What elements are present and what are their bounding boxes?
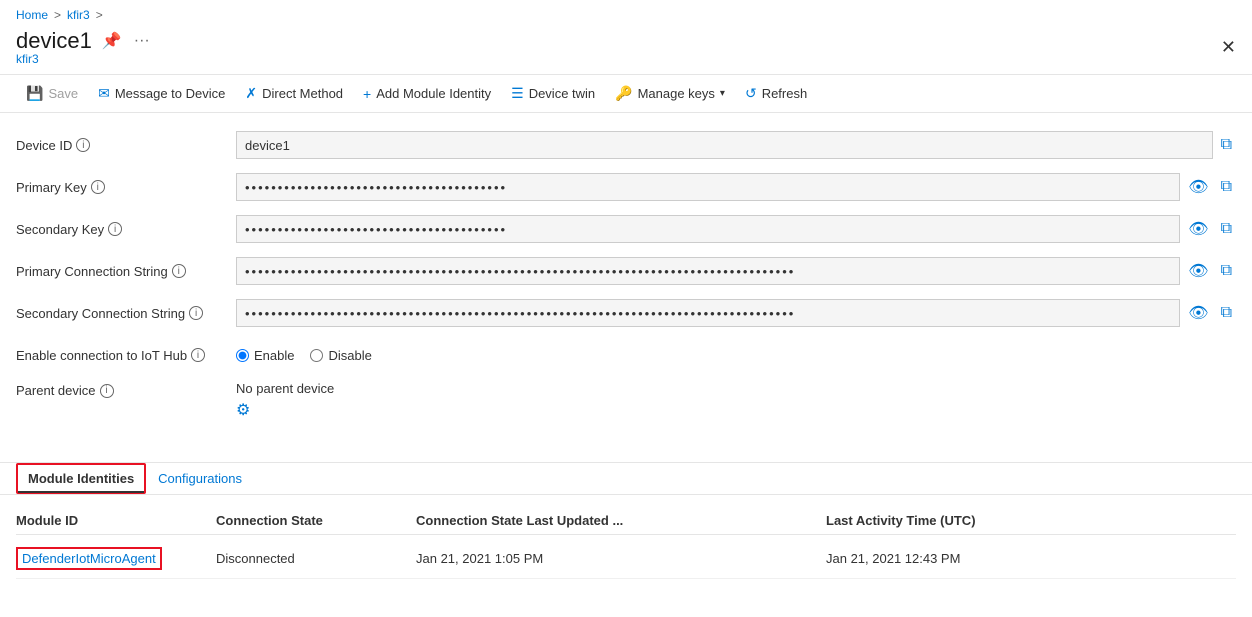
pin-button[interactable]: 📌: [100, 29, 124, 53]
breadcrumb: Home > kfir3 >: [0, 0, 1252, 24]
manage-keys-icon: 🔑: [615, 85, 632, 102]
tabs-bar: Module Identities Configurations: [0, 463, 1252, 495]
device-twin-icon: ☰: [511, 85, 524, 102]
secondary-conn-string-eye-button[interactable]: 👁: [1184, 301, 1212, 325]
table-row: DefenderIotMicroAgent Disconnected Jan 2…: [16, 539, 1236, 579]
save-button[interactable]: 💾 Save: [16, 81, 88, 106]
secondary-key-eye-button[interactable]: 👁: [1184, 217, 1212, 241]
secondary-key-label: Secondary Key i: [16, 222, 236, 237]
table-area: Module ID Connection State Connection St…: [0, 495, 1252, 591]
page-subtitle: kfir3: [16, 52, 152, 66]
device-twin-button[interactable]: ☰ Device twin: [501, 81, 605, 106]
tab-configurations[interactable]: Configurations: [146, 463, 254, 494]
device-id-row: Device ID i ⧉: [16, 129, 1236, 161]
form-area: Device ID i ⧉ Primary Key i 👁 ⧉: [0, 129, 1252, 430]
save-icon: 💾: [26, 85, 43, 102]
secondary-key-input[interactable]: [236, 215, 1180, 243]
refresh-button[interactable]: ↺ Refresh: [735, 81, 817, 106]
parent-device-gear-icon[interactable]: ⚙: [236, 400, 334, 420]
table-header: Module ID Connection State Connection St…: [16, 507, 1236, 535]
no-parent-device-text: No parent device: [236, 381, 334, 396]
secondary-conn-string-input[interactable]: [236, 299, 1180, 327]
secondary-conn-string-info-icon[interactable]: i: [189, 306, 203, 320]
parent-device-row: Parent device i No parent device ⚙: [16, 381, 1236, 420]
close-button[interactable]: ✕: [1221, 37, 1236, 58]
enable-radio-label[interactable]: Enable: [236, 348, 294, 363]
primary-conn-string-row: Primary Connection String i 👁 ⧉: [16, 255, 1236, 287]
enable-radio[interactable]: [236, 349, 249, 362]
col-header-conn-state-updated: Connection State Last Updated ...: [416, 513, 826, 528]
device-id-input[interactable]: [236, 131, 1213, 159]
primary-conn-string-eye-button[interactable]: 👁: [1184, 259, 1212, 283]
add-module-identity-button[interactable]: + Add Module Identity: [353, 82, 501, 106]
secondary-conn-string-copy-button[interactable]: ⧉: [1217, 302, 1236, 324]
enable-connection-row: Enable connection to IoT Hub i Enable Di…: [16, 339, 1236, 371]
primary-conn-string-copy-button[interactable]: ⧉: [1217, 260, 1236, 282]
secondary-key-copy-button[interactable]: ⧉: [1217, 218, 1236, 240]
col-header-module-id: Module ID: [16, 513, 216, 528]
secondary-key-field-container: 👁 ⧉: [236, 215, 1236, 243]
primary-key-row: Primary Key i 👁 ⧉: [16, 171, 1236, 203]
refresh-icon: ↺: [745, 85, 757, 102]
page-title: device1: [16, 28, 92, 54]
primary-conn-string-field-container: 👁 ⧉: [236, 257, 1236, 285]
breadcrumb-sep1: >: [54, 8, 61, 22]
parent-device-label: Parent device i: [16, 381, 236, 398]
secondary-key-info-icon[interactable]: i: [108, 222, 122, 236]
disable-radio-label[interactable]: Disable: [310, 348, 371, 363]
secondary-conn-string-row: Secondary Connection String i 👁 ⧉: [16, 297, 1236, 329]
copy-icon: ⧉: [1221, 136, 1232, 154]
enable-connection-info-icon[interactable]: i: [191, 348, 205, 362]
message-to-device-button[interactable]: ✉ Message to Device: [88, 81, 235, 106]
direct-method-icon: ✗: [245, 85, 257, 102]
connection-state-cell: Disconnected: [216, 551, 416, 566]
parent-device-info-icon[interactable]: i: [100, 384, 114, 398]
primary-key-eye-button[interactable]: 👁: [1184, 175, 1212, 199]
primary-key-field-container: 👁 ⧉: [236, 173, 1236, 201]
primary-key-info-icon[interactable]: i: [91, 180, 105, 194]
breadcrumb-hub[interactable]: kfir3: [67, 8, 90, 22]
content-area: Device ID i ⧉ Primary Key i 👁 ⧉: [0, 113, 1252, 446]
disable-radio[interactable]: [310, 349, 323, 362]
primary-conn-string-label: Primary Connection String i: [16, 264, 236, 279]
manage-keys-button[interactable]: 🔑 Manage keys ▾: [605, 81, 735, 106]
parent-device-area: No parent device ⚙: [236, 381, 334, 420]
device-id-copy-button[interactable]: ⧉: [1217, 134, 1236, 156]
col-header-last-activity: Last Activity Time (UTC): [826, 513, 1236, 528]
primary-key-input[interactable]: [236, 173, 1180, 201]
primary-conn-string-info-icon[interactable]: i: [172, 264, 186, 278]
tab-module-identities[interactable]: Module Identities: [16, 463, 146, 494]
enable-connection-radio-group: Enable Disable: [236, 348, 372, 363]
module-id-cell: DefenderIotMicroAgent: [16, 547, 216, 570]
col-header-connection-state: Connection State: [216, 513, 416, 528]
conn-state-updated-cell: Jan 21, 2021 1:05 PM: [416, 551, 826, 566]
device-id-field-container: ⧉: [236, 131, 1236, 159]
tabs-section: Module Identities Configurations Module …: [0, 462, 1252, 591]
secondary-conn-string-label: Secondary Connection String i: [16, 306, 236, 321]
enable-connection-label: Enable connection to IoT Hub i: [16, 348, 236, 363]
chevron-down-icon: ▾: [720, 88, 725, 99]
toolbar: 💾 Save ✉ Message to Device ✗ Direct Meth…: [0, 75, 1252, 113]
add-icon: +: [363, 86, 371, 102]
device-id-info-icon[interactable]: i: [76, 138, 90, 152]
primary-key-copy-button[interactable]: ⧉: [1217, 176, 1236, 198]
more-options-button[interactable]: ···: [132, 30, 152, 52]
breadcrumb-sep2: >: [96, 8, 103, 22]
module-id-link[interactable]: DefenderIotMicroAgent: [16, 547, 162, 570]
breadcrumb-home[interactable]: Home: [16, 8, 48, 22]
secondary-key-row: Secondary Key i 👁 ⧉: [16, 213, 1236, 245]
primary-conn-string-input[interactable]: [236, 257, 1180, 285]
message-icon: ✉: [98, 85, 110, 102]
primary-key-label: Primary Key i: [16, 180, 236, 195]
direct-method-button[interactable]: ✗ Direct Method: [235, 81, 353, 106]
last-activity-cell: Jan 21, 2021 12:43 PM: [826, 551, 1236, 566]
secondary-conn-string-field-container: 👁 ⧉: [236, 299, 1236, 327]
device-id-label: Device ID i: [16, 138, 236, 153]
